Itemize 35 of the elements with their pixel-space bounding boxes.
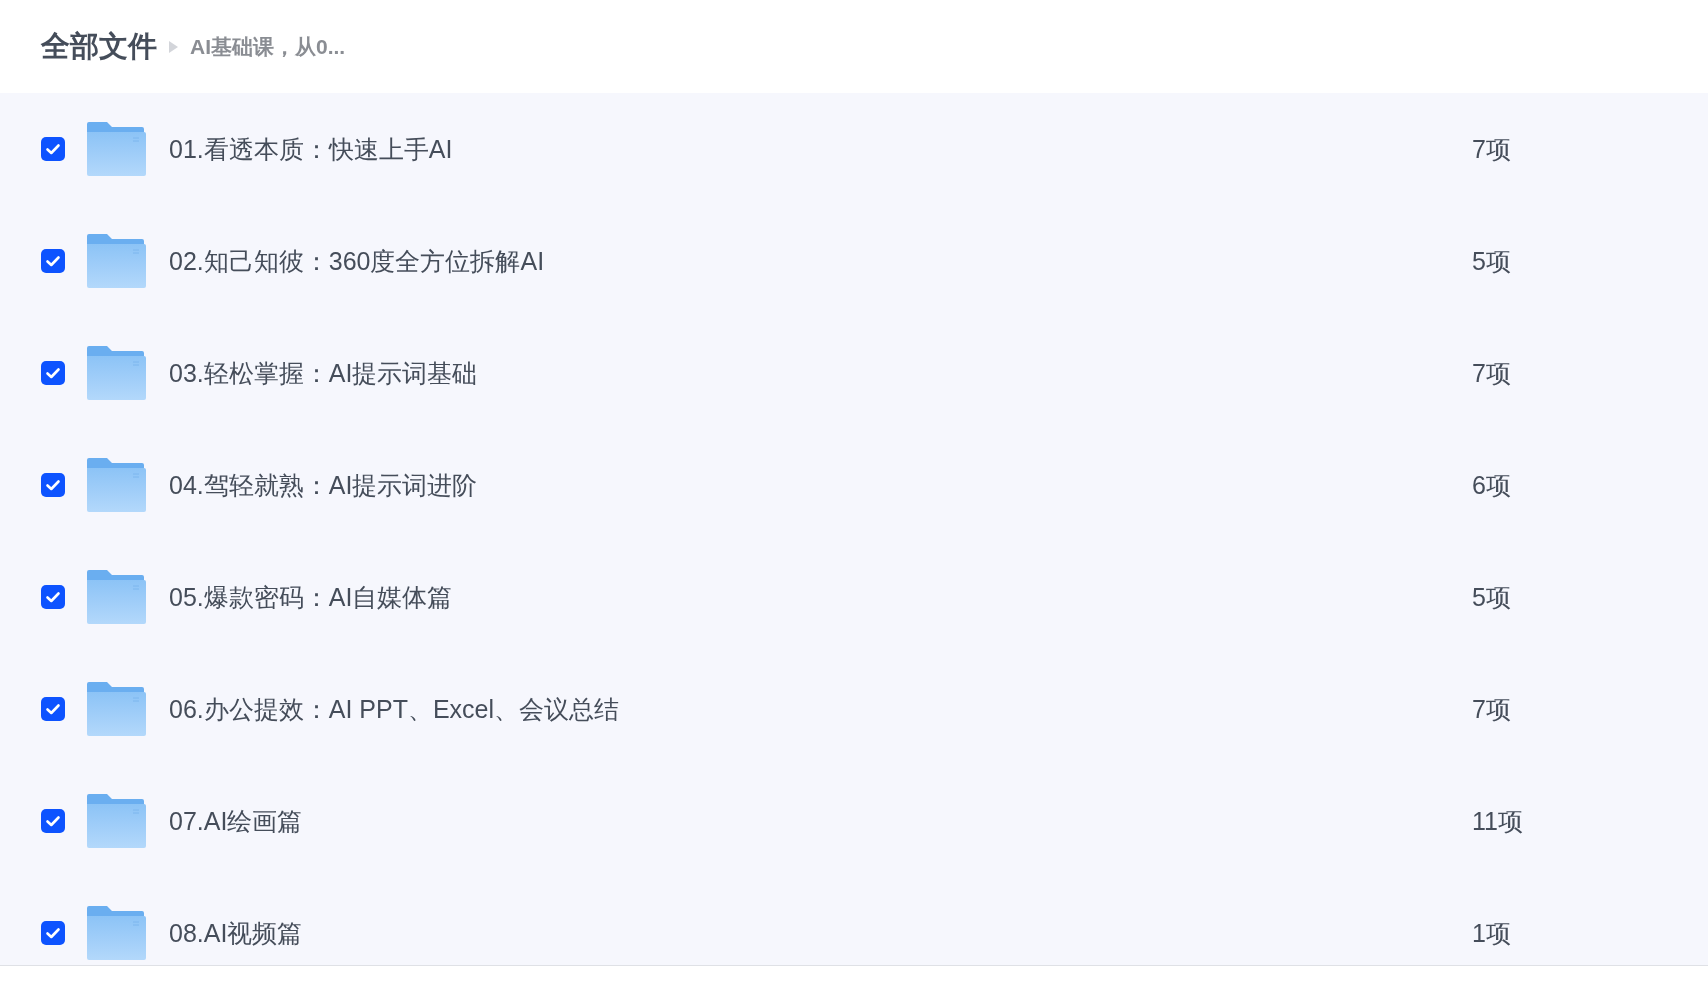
folder-icon [87, 906, 146, 960]
folder-icon [87, 794, 146, 848]
folder-name[interactable]: 03.轻松掌握：AI提示词基础 [169, 358, 478, 388]
checkbox[interactable] [41, 473, 65, 497]
checkbox[interactable] [41, 809, 65, 833]
breadcrumb-link[interactable]: 全部文件 [41, 29, 157, 64]
item-count: 7项 [1472, 358, 1512, 388]
checkbox[interactable] [41, 249, 65, 273]
folder-name[interactable]: 06.办公提效：AI PPT、Excel、会议总结 [169, 694, 620, 724]
breadcrumb-current: AI基础课，从0... [190, 33, 346, 60]
item-count: 5项 [1472, 582, 1512, 612]
item-count: 7项 [1472, 694, 1512, 724]
folder-name[interactable]: 07.AI绘画篇 [169, 806, 303, 836]
folder-icon [87, 570, 146, 624]
folder-icon [87, 122, 146, 176]
triangle-separator-icon [169, 40, 178, 53]
item-count: 5项 [1472, 246, 1512, 276]
folder-name[interactable]: 02.知己知彼：360度全方位拆解AI [169, 246, 545, 276]
item-count: 7项 [1472, 134, 1512, 164]
checkbox[interactable] [41, 361, 65, 385]
folder-name[interactable]: 05.爆款密码：AI自媒体篇 [169, 582, 453, 612]
checkbox[interactable] [41, 697, 65, 721]
item-count: 11项 [1472, 806, 1524, 836]
item-count: 1项 [1472, 918, 1512, 948]
checkbox[interactable] [41, 137, 65, 161]
checkbox[interactable] [41, 921, 65, 945]
folder-name[interactable]: 01.看透本质：快速上手AI [169, 134, 453, 164]
folder-icon [87, 458, 146, 512]
folder-icon [87, 346, 146, 400]
checkbox[interactable] [41, 585, 65, 609]
folder-name[interactable]: 04.驾轻就熟：AI提示词进阶 [169, 470, 478, 500]
folder-name[interactable]: 08.AI视频篇 [169, 918, 303, 948]
folder-icon [87, 234, 146, 288]
item-count: 6项 [1472, 470, 1512, 500]
folder-icon [87, 682, 146, 736]
